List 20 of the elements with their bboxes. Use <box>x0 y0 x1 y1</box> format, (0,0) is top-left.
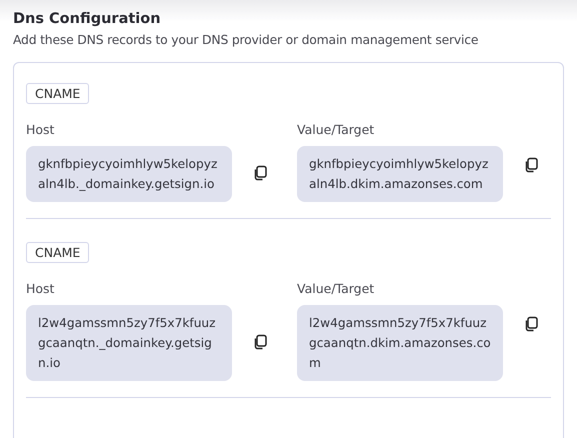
value-label: Value/Target <box>297 281 374 296</box>
copy-button[interactable] <box>523 316 541 334</box>
copy-icon <box>252 334 268 350</box>
section-title: Dns Configuration <box>13 11 162 27</box>
target-value-field: l2w4gamssmn5zy7f5x7kfuuzgcaanqtn.dkim.amazonses.com <box>297 305 503 381</box>
copy-icon <box>252 165 268 181</box>
copy-icon <box>523 316 539 332</box>
record-type-tag: CNAME <box>26 83 90 104</box>
host-label: Host <box>26 122 54 137</box>
copy-icon <box>523 157 539 173</box>
target-value-field: gknfbpieycyoimhlyw5kelopyzaln4lb.dkim.amazonses.com <box>297 146 503 202</box>
copy-button[interactable] <box>523 157 541 175</box>
copy-button[interactable] <box>252 334 270 352</box>
host-label: Host <box>26 281 54 296</box>
value-label: Value/Target <box>297 122 374 137</box>
host-value-field: gknfbpieycyoimhlyw5kelopyzaln4lb._domainkey.getsign.io <box>26 146 232 202</box>
host-value-field: l2w4gamssmn5zy7f5x7kfuuzgcaanqtn._domainkey.getsign.io <box>26 305 232 381</box>
section-description: Add these DNS records to your DNS provider or domain management service <box>13 32 480 47</box>
record-type-tag: CNAME <box>26 242 90 263</box>
copy-button[interactable] <box>252 165 270 183</box>
